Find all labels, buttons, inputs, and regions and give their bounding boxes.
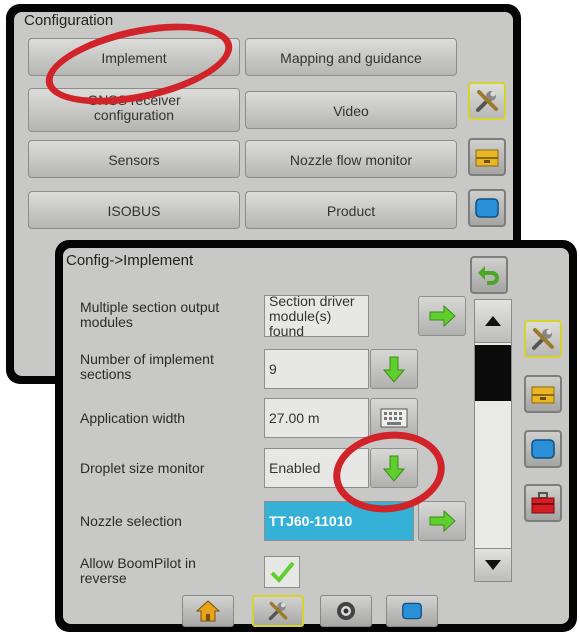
undo-arrow-icon — [478, 266, 499, 285]
side-tab-toolbox-front[interactable] — [524, 484, 562, 522]
bottom-tab-home[interactable] — [182, 595, 234, 627]
side-tab-tools[interactable] — [468, 82, 506, 120]
breadcrumb: Config->Implement — [66, 252, 194, 269]
side-tab-drawer-front[interactable] — [524, 375, 562, 413]
bottom-tab-camera[interactable] — [320, 595, 372, 627]
row-label-application-width: Application width — [80, 410, 186, 426]
display-icon — [475, 198, 499, 218]
home-icon — [196, 600, 220, 622]
nozzle-flow-monitor-button[interactable]: Nozzle flow monitor — [245, 140, 457, 178]
sensors-button[interactable]: Sensors — [28, 140, 240, 178]
row-label-multiple-section-output: Multiple section output modules — [80, 299, 220, 330]
multiple-section-next-button[interactable] — [418, 296, 466, 336]
checkbox-icon — [270, 561, 295, 583]
side-tab-drawer[interactable] — [468, 138, 506, 176]
display-icon — [402, 602, 422, 620]
row-label-allow-boompilot-reverse: Allow BoomPilot in reverse — [80, 555, 196, 586]
arrow-right-icon — [429, 305, 456, 327]
configuration-title: Configuration — [24, 12, 114, 29]
isobus-button[interactable]: ISOBUS — [28, 191, 240, 229]
camera-icon — [337, 602, 355, 620]
nozzle-selection-next-button[interactable] — [418, 501, 466, 541]
arrow-right-icon — [429, 510, 456, 532]
row-value-section-driver: Section driver module(s) found — [264, 293, 369, 338]
video-button[interactable]: Video — [245, 91, 457, 129]
scrollbar-thumb[interactable] — [475, 345, 511, 401]
tools-icon — [476, 90, 498, 112]
bottom-tab-tools[interactable] — [252, 595, 304, 627]
row-label-number-of-sections: Number of implement sections — [80, 351, 214, 382]
product-button[interactable]: Product — [245, 191, 457, 229]
row-label-droplet-size-monitor: Droplet size monitor — [80, 460, 205, 476]
tools-icon — [268, 601, 288, 621]
bottom-tab-display[interactable] — [386, 595, 438, 627]
drawer-icon — [531, 386, 555, 404]
arrow-down-icon — [383, 356, 405, 383]
keyboard-icon — [380, 408, 408, 428]
toolbox-icon — [531, 492, 555, 514]
side-tab-display[interactable] — [468, 189, 506, 227]
drawer-icon — [475, 149, 499, 167]
scroll-up-button[interactable] — [474, 299, 512, 343]
row-value-section-count: 9 — [264, 349, 369, 389]
display-icon — [531, 439, 555, 459]
row-value-application-width: 27.00 m — [264, 398, 369, 438]
number-of-sections-dropdown-button[interactable] — [370, 349, 418, 389]
allow-boompilot-reverse-checkbox[interactable] — [264, 556, 300, 588]
side-tab-tools-front[interactable] — [524, 320, 562, 358]
row-label-nozzle-selection: Nozzle selection — [80, 513, 182, 529]
side-tab-display-front[interactable] — [524, 430, 562, 468]
tools-icon — [532, 328, 554, 350]
scroll-down-button[interactable] — [474, 548, 512, 582]
mapping-guidance-button[interactable]: Mapping and guidance — [245, 38, 457, 76]
triangle-down-icon — [485, 560, 501, 570]
triangle-up-icon — [485, 316, 501, 326]
back-button[interactable] — [470, 256, 508, 294]
